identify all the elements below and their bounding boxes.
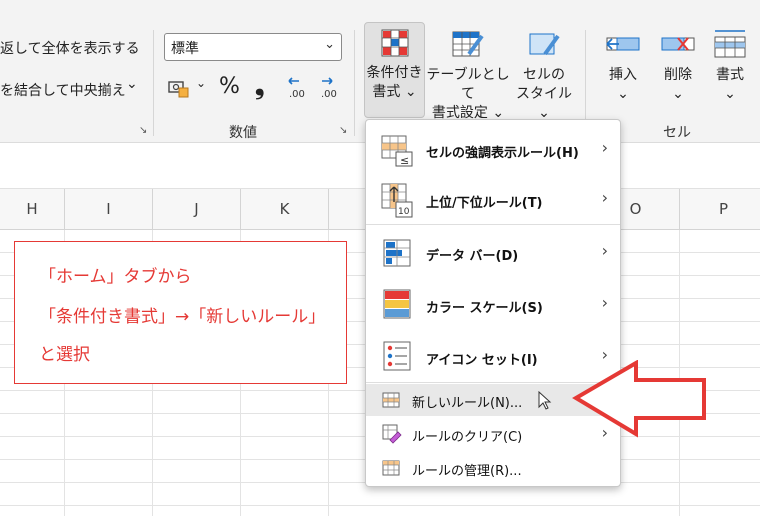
number-format-value: 標準 (171, 41, 199, 57)
highlight-rules-icon: ≤ (381, 135, 413, 167)
top-bottom-icon: 10 (381, 183, 413, 218)
svg-text:≤: ≤ (400, 154, 409, 167)
column-header-i[interactable]: I (65, 189, 153, 229)
menu-item-manage-rules[interactable]: ルールの管理(R)... (366, 452, 620, 484)
insert-cells-button[interactable]: 挿入 ⌄ (598, 22, 648, 108)
icon-sets-icon (383, 341, 411, 371)
wrap-text-button[interactable]: 返して全体を表示する (0, 38, 140, 58)
cond-format-label-2: 書式 ⌄ (372, 84, 417, 100)
format-as-table-button[interactable]: テーブルとして 書式設定 ⌄ (426, 22, 510, 121)
chevron-down-icon: ⌄ (324, 37, 335, 52)
clear-rules-icon (382, 424, 402, 444)
cond-format-label-1: 条件付き (366, 65, 423, 81)
menu-label: アイコン セット(I) (426, 353, 538, 368)
submenu-arrow-icon: › (601, 241, 608, 260)
format-label: 書式 (716, 67, 744, 83)
annotation-box: 「ホーム」タブから 「条件付き書式」→「新しいルール」 と選択 (14, 241, 347, 384)
menu-label: ルールの管理(R)... (412, 464, 522, 479)
annotation-line-2: 「条件付き書式」→「新しいルール」 (39, 307, 326, 327)
alignment-launcher-icon[interactable]: ↘ (139, 125, 147, 136)
number-launcher-icon[interactable]: ↘ (339, 125, 347, 136)
increase-decimal-icon[interactable]: .00 (286, 76, 310, 100)
menu-item-highlight-rules[interactable]: ≤ セルの強調表示ルール(H) › (366, 126, 620, 174)
color-scales-icon (383, 289, 411, 319)
menu-label: データ バー(D) (426, 249, 519, 264)
comma-style-button[interactable]: ❟ (255, 72, 264, 100)
delete-label: 削除 (664, 67, 692, 83)
merge-chevron-icon[interactable]: ⌄ (126, 76, 138, 92)
insert-label: 挿入 (609, 67, 637, 83)
new-rule-icon (382, 392, 400, 408)
column-header-j[interactable]: J (153, 189, 241, 229)
format-table-label-1: テーブルとして (426, 67, 510, 102)
conditional-formatting-button[interactable]: 条件付き 書式 ⌄ (364, 22, 425, 118)
submenu-arrow-icon: › (601, 293, 608, 312)
cell-styles-label-2: スタイル ⌄ (516, 86, 572, 121)
merge-center-button[interactable]: を結合して中央揃え (0, 80, 126, 100)
menu-item-data-bars[interactable]: データ バー(D) › (366, 228, 620, 278)
delete-chevron-icon: ⌄ (672, 86, 684, 102)
svg-text:.00: .00 (321, 89, 337, 100)
cell-styles-label-1: セルの (523, 67, 565, 83)
cell-styles-icon (529, 33, 560, 56)
menu-item-top-bottom-rules[interactable]: 10 上位/下位ルール(T) › (366, 176, 620, 224)
menu-label: ルールのクリア(C) (412, 430, 523, 445)
menu-item-color-scales[interactable]: カラー スケール(S) › (366, 280, 620, 330)
svg-text:10: 10 (398, 207, 410, 217)
insert-cells-icon (606, 37, 640, 51)
conditional-formatting-icon (381, 29, 408, 57)
data-bars-icon (383, 239, 411, 267)
menu-label: カラー スケール(S) (426, 301, 543, 316)
cells-group-label: セル (663, 125, 691, 141)
percent-style-button[interactable]: % (219, 74, 240, 99)
format-chevron-icon: ⌄ (724, 86, 736, 102)
currency-chevron-icon[interactable]: ⌄ (196, 76, 206, 90)
submenu-arrow-icon: › (601, 138, 608, 157)
submenu-arrow-icon: › (601, 188, 608, 207)
delete-cells-icon (661, 37, 695, 51)
svg-text:.00: .00 (289, 89, 305, 100)
cell-styles-button[interactable]: セルの スタイル ⌄ (511, 22, 577, 121)
ribbon-divider (153, 30, 154, 136)
manage-rules-icon (382, 460, 400, 476)
currency-format-icon[interactable] (168, 79, 190, 99)
insert-chevron-icon: ⌄ (617, 86, 629, 102)
number-format-select[interactable]: 標準 ⌄ (164, 33, 342, 61)
menu-separator (366, 224, 620, 225)
annotation-line-1: 「ホーム」タブから (39, 267, 192, 287)
format-cells-icon (714, 30, 746, 58)
column-header-h[interactable]: H (0, 189, 65, 229)
format-as-table-icon (452, 31, 484, 57)
number-group-label: 数値 (229, 125, 257, 141)
menu-label: セルの強調表示ルール(H) (426, 146, 579, 161)
annotation-line-3: と選択 (39, 345, 90, 365)
decrease-decimal-icon[interactable]: .00 (318, 76, 342, 100)
pointer-arrow-icon (572, 360, 706, 438)
column-header-p[interactable]: P (680, 189, 760, 229)
menu-label: 新しいルール(N)... (412, 396, 523, 411)
format-cells-button[interactable]: 書式 ⌄ (707, 22, 753, 108)
menu-label: 上位/下位ルール(T) (426, 196, 543, 211)
delete-cells-button[interactable]: 削除 ⌄ (653, 22, 703, 108)
column-header-k[interactable]: K (241, 189, 329, 229)
mouse-cursor-icon (538, 391, 552, 410)
ribbon-divider (354, 30, 355, 136)
